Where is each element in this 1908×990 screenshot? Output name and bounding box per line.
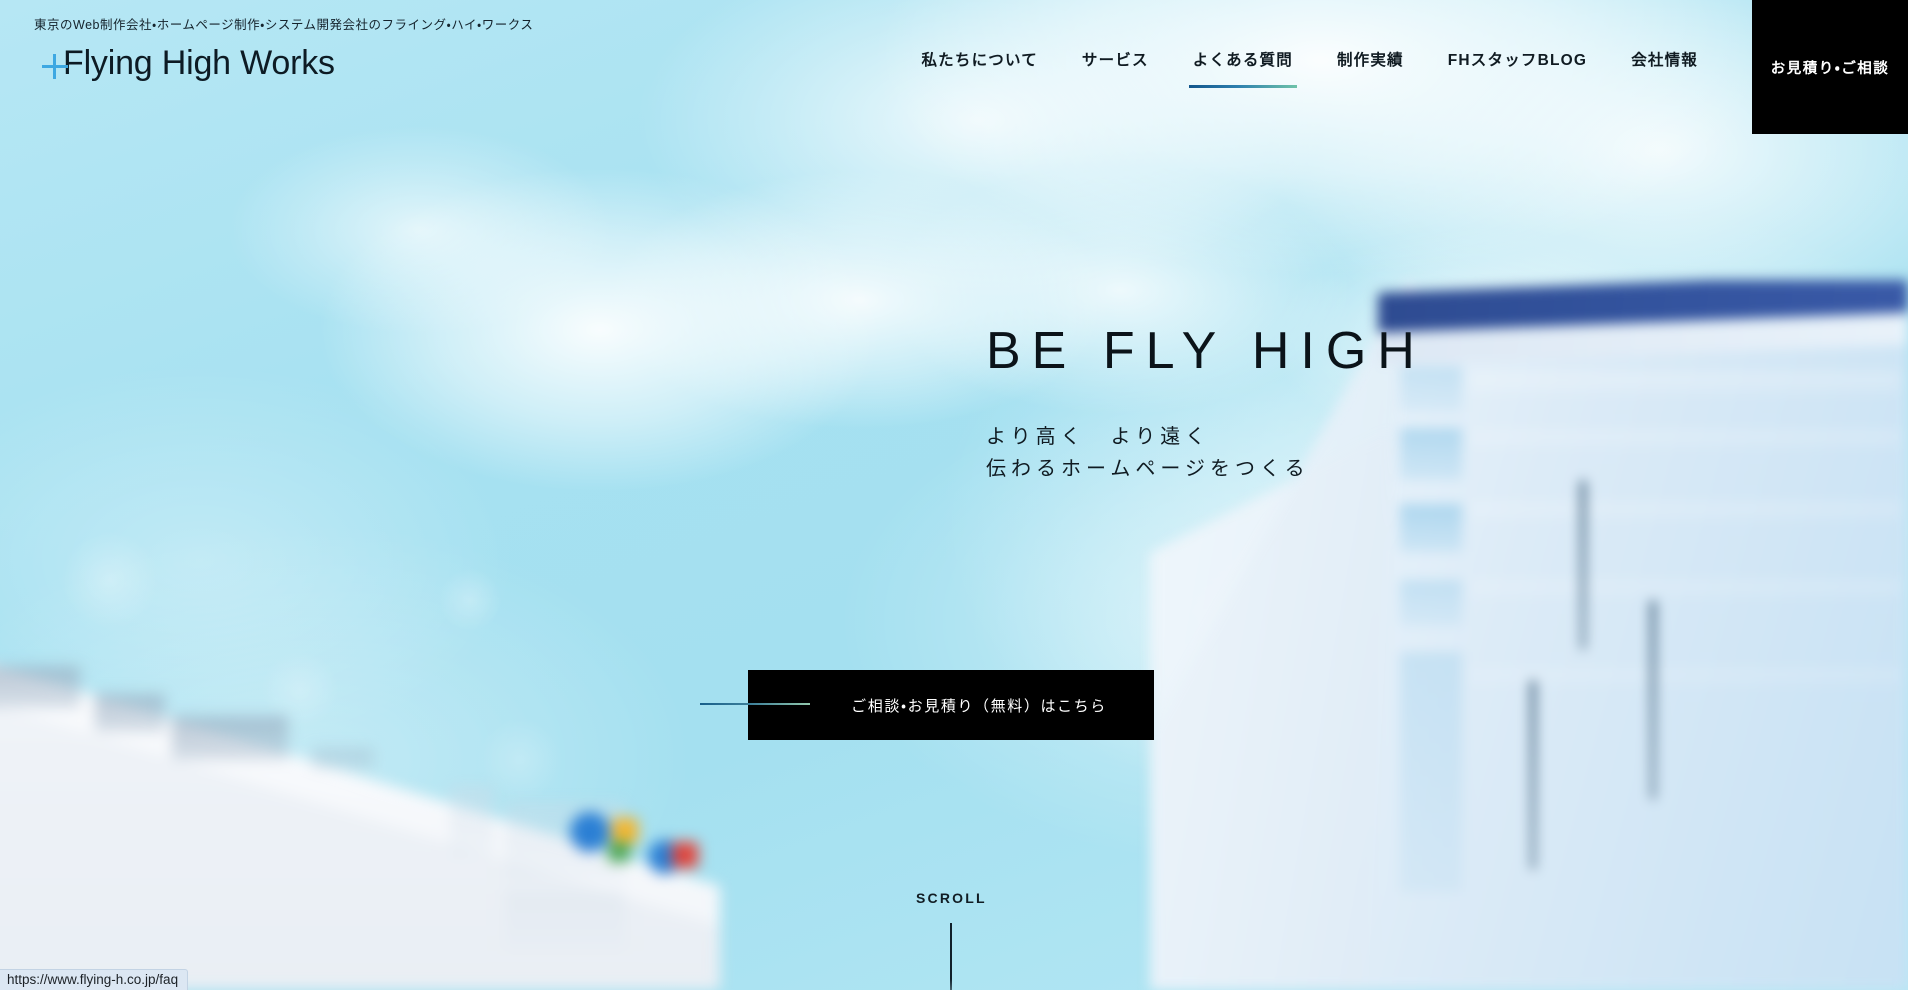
plus-icon [42,53,68,79]
header-quote-cta-button[interactable]: お見積り・ご相談 [1752,0,1908,134]
building-antenna [1530,680,1536,870]
building-logo-mark [570,812,610,852]
building-stripe [1470,502,1900,520]
scroll-indicator[interactable]: SCROLL [916,890,987,990]
building-signage [95,694,165,732]
nav-item-works[interactable]: 制作実績 [1315,50,1426,72]
hero-subtitle-line-2: 伝わるホームページをつくる [986,458,1310,481]
hero-title: BE FLY HIGH [986,322,1426,380]
header-quote-cta-label: お見積り・ご相談 [1770,60,1890,77]
building-stripe [1470,580,1900,598]
building-window [1400,580,1462,626]
building-panel [450,786,494,856]
browser-viewport: 東京のWeb制作会社・ホームページ制作・システム開発会社のフライング・ハイ・ワー… [0,0,1908,990]
browser-status-bar-url: https://www.flying-h.co.jp/faq [0,969,189,990]
hero-section: BE FLY HIGH より高く より遠く 伝わるホームページをつくる [986,325,1426,486]
building-logo-mark [608,842,630,862]
building-signage [172,716,288,760]
main-navigation: 私たちについて サービス よくある質問 制作実績 FHスタッフBLOG 会社情報 [921,50,1720,110]
building-antenna [1580,480,1586,650]
building-signage [0,666,80,708]
building-logo-mark [612,818,638,844]
nav-item-service[interactable]: サービス [1060,50,1171,72]
building-stripe [1470,430,1900,448]
nav-item-about[interactable]: 私たちについて [899,50,1059,72]
hero-consult-cta-button[interactable]: ご相談・お見積り（無料）はこちら [748,670,1154,740]
site-logo-text: Flying High Works [63,44,335,82]
site-logo[interactable]: Flying High Works [42,44,335,83]
hero-consult-cta-label: ご相談・お見積り（無料）はこちら [851,697,1107,715]
hero-subtitle: より高く より遠く 伝わるホームページをつくる [986,421,1426,486]
building-signage [312,748,374,770]
nav-item-faq[interactable]: よくある質問 [1171,50,1315,88]
building-antenna [1650,600,1656,800]
building-panel [505,890,625,950]
building-logo-mark [672,842,698,868]
cta-accent-line [700,703,810,705]
nav-item-blog[interactable]: FHスタッフBLOG [1426,50,1609,72]
hero-subtitle-line-1: より高く より遠く [986,426,1211,448]
site-tagline: 東京のWeb制作会社・ホームページ制作・システム開発会社のフライング・ハイ・ワー… [34,18,534,32]
left-building-photo [0,590,720,990]
nav-item-company[interactable]: 会社情報 [1609,50,1720,72]
building-stripe [1470,372,1900,394]
hero-cta-banner: ご相談・お見積り（無料）はこちら [700,670,1154,740]
site-header: 東京のWeb制作会社・ホームページ制作・システム開発会社のフライング・ハイ・ワー… [0,0,1908,134]
building-window [1400,652,1462,892]
scroll-indicator-line [950,923,953,990]
scroll-indicator-label: SCROLL [916,890,987,906]
building-window [1400,504,1462,552]
